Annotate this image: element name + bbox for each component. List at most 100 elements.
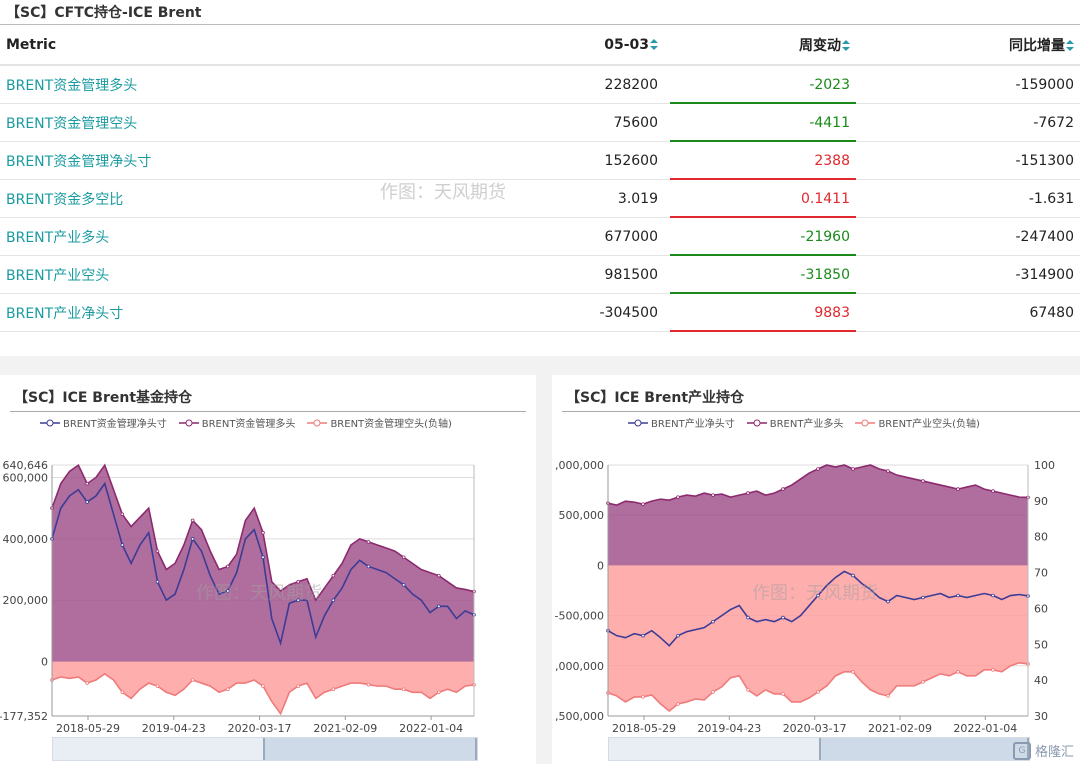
row-week-change: 9883 xyxy=(664,293,856,332)
row-yoy-change: -7672 xyxy=(856,103,1080,142)
row-week-change: -21960 xyxy=(664,217,856,256)
row-date-value: -304500 xyxy=(472,293,664,332)
data-point xyxy=(85,681,89,685)
header-week-change[interactable]: 周变动 xyxy=(664,26,856,66)
data-point xyxy=(331,573,336,578)
y-tick-label: 500,000 xyxy=(559,509,605,522)
data-point xyxy=(437,604,441,609)
data-point xyxy=(401,687,406,691)
row-date-value: 152600 xyxy=(472,141,664,180)
zoom-window[interactable] xyxy=(263,738,477,760)
legend-item-net[interactable]: BRENT产业净头寸 xyxy=(628,415,735,430)
fund-position-chart[interactable]: 640,646600,000 400,000 200,000 0 -177,352 201… xyxy=(0,455,536,740)
data-point xyxy=(641,502,645,506)
x-tick-label: 2020-03-17 xyxy=(228,722,292,735)
data-point xyxy=(296,598,300,603)
sort-icon[interactable] xyxy=(1066,39,1074,51)
data-point xyxy=(155,549,160,553)
data-point xyxy=(991,489,995,493)
table-title: 【SC】CFTC持仓-ICE Brent xyxy=(6,5,202,21)
panel-title: 【SC】ICE Brent产业持仓 xyxy=(566,390,745,406)
table-row[interactable]: BRENT资金管理净头寸 152600 2388 -151300 xyxy=(0,141,1080,180)
row-metric[interactable]: BRENT资金多空比 xyxy=(0,179,472,218)
x-tick-label: 2022-01-04 xyxy=(953,722,1017,735)
row-metric[interactable]: BRENT资金管理空头 xyxy=(0,103,472,142)
table-row[interactable]: BRENT产业空头 981500 -31850 -314900 xyxy=(0,255,1080,294)
table-row[interactable]: BRENT资金管理多头 228200 -2023 -159000 xyxy=(0,65,1080,104)
row-metric[interactable]: BRENT产业多头 xyxy=(0,217,472,256)
chart-legend[interactable]: BRENT资金管理净头寸 BRENT资金管理多头 BRENT资金管理空头(负轴) xyxy=(40,415,452,430)
title-divider xyxy=(0,24,1080,25)
header-date[interactable]: 05-03 xyxy=(472,26,664,66)
y2-tick-label: 50 xyxy=(1034,638,1048,651)
data-point xyxy=(331,598,336,603)
data-point xyxy=(816,467,820,471)
zoom-slider[interactable] xyxy=(52,737,478,761)
table-row[interactable]: BRENT资金管理空头 75600 -4411 -7672 xyxy=(0,103,1080,142)
data-point xyxy=(956,593,960,598)
change-bar xyxy=(670,330,856,332)
data-point xyxy=(746,615,750,620)
table-row[interactable]: BRENT产业净头寸 -304500 9883 67480 xyxy=(0,293,1080,332)
data-point xyxy=(851,573,855,578)
data-point xyxy=(851,467,855,471)
chart-legend[interactable]: BRENT产业净头寸 BRENT产业多头 BRENT产业空头(负轴) xyxy=(628,415,980,430)
data-point xyxy=(886,694,890,698)
data-point xyxy=(190,678,195,682)
industry-position-panel: 【SC】ICE Brent产业持仓 BRENT产业净头寸 BRENT产业多头 B… xyxy=(552,375,1080,764)
logo-icon: G xyxy=(1012,741,1031,760)
data-point xyxy=(190,537,195,541)
data-point xyxy=(437,573,441,578)
zoom-window[interactable] xyxy=(819,738,1029,760)
data-point xyxy=(991,593,995,598)
legend-item-long[interactable]: BRENT产业多头 xyxy=(746,415,843,430)
data-point xyxy=(120,543,125,547)
data-point xyxy=(85,481,89,486)
row-metric[interactable]: BRENT产业净头寸 xyxy=(0,293,472,332)
legend-item-long[interactable]: BRENT资金管理多头 xyxy=(178,415,295,430)
y-tick-label: 600,000 xyxy=(3,471,49,484)
data-point xyxy=(437,690,441,695)
data-point xyxy=(676,495,680,499)
row-yoy-change: -159000 xyxy=(856,65,1080,104)
header-yoy-change[interactable]: 同比增量 xyxy=(856,26,1080,66)
row-metric[interactable]: BRENT资金管理净头寸 xyxy=(0,141,472,180)
row-date-value: 75600 xyxy=(472,103,664,142)
row-metric[interactable]: BRENT产业空头 xyxy=(0,255,472,294)
y2-tick-label: 100 xyxy=(1034,459,1055,472)
table-row[interactable]: BRENT产业多头 677000 -21960 -247400 xyxy=(0,217,1080,256)
legend-item-net[interactable]: BRENT资金管理净头寸 xyxy=(40,415,167,430)
data-point xyxy=(85,500,89,504)
data-point xyxy=(781,692,785,696)
x-tick-label: 2020-03-17 xyxy=(783,722,847,735)
fund-position-panel: 【SC】ICE Brent基金持仓 BRENT资金管理净头寸 BRENT资金管理… xyxy=(0,375,536,764)
x-tick-label: 2022-01-04 xyxy=(399,722,463,735)
metrics-table: Metric 05-03 周变动 同比增量 BRENT资金管理多头 228200-… xyxy=(0,26,1080,332)
row-yoy-change: -314900 xyxy=(856,255,1080,294)
y-tick-label: ,000,000 xyxy=(555,660,604,673)
data-point xyxy=(155,579,160,584)
x-tick-label: 2019-04-23 xyxy=(697,722,761,735)
sort-icon[interactable] xyxy=(650,38,658,50)
table-header-row: Metric 05-03 周变动 同比增量 xyxy=(0,26,1080,66)
table-row[interactable]: BRENT资金多空比 3.019 0.1411 -1.631 xyxy=(0,179,1080,218)
data-point xyxy=(781,615,785,620)
row-yoy-change: -1.631 xyxy=(856,179,1080,218)
industry-position-chart[interactable]: ,000,000 500,000 0 -500,000 ,000,000 ,500,000… xyxy=(552,455,1080,740)
header-metric[interactable]: Metric xyxy=(0,26,472,66)
row-metric[interactable]: BRENT资金管理多头 xyxy=(0,65,472,104)
y-tick-label: -500,000 xyxy=(555,610,604,623)
data-point xyxy=(366,540,371,544)
legend-item-short[interactable]: BRENT产业空头(负轴) xyxy=(855,415,980,430)
row-week-change: 0.1411 xyxy=(664,179,856,218)
data-point xyxy=(296,684,300,688)
zoom-slider[interactable] xyxy=(608,737,1030,761)
data-point xyxy=(886,469,890,473)
sort-icon[interactable] xyxy=(842,39,850,51)
data-point xyxy=(261,555,265,560)
y-tick-label: 640,646 xyxy=(3,459,49,472)
data-point xyxy=(226,564,230,569)
legend-item-short[interactable]: BRENT资金管理空头(负轴) xyxy=(307,415,452,430)
row-yoy-change: 67480 xyxy=(856,293,1080,332)
panel-divider xyxy=(562,411,1080,412)
